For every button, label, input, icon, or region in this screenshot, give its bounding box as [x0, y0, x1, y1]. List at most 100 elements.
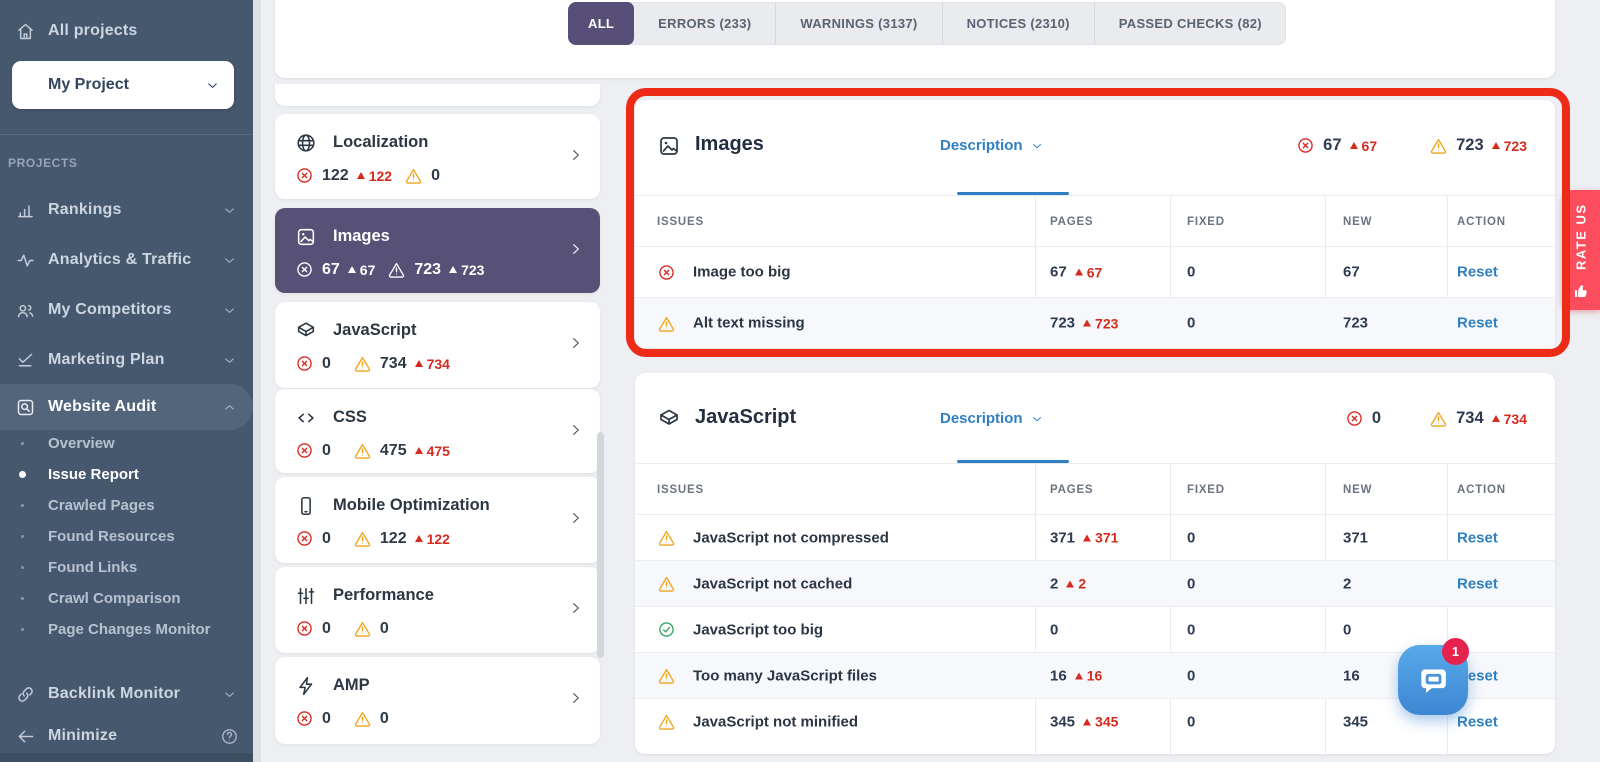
bullet-icon: [21, 566, 24, 569]
category-card-localization[interactable]: Localization 122 122 0: [275, 114, 600, 199]
delta-value: 67: [360, 262, 376, 278]
minimize-label: Minimize: [48, 727, 117, 745]
issue-row-alt-text-missing[interactable]: Alt text missing 723723 0 723 Reset: [635, 297, 1555, 348]
subitem-label: Issue Report: [48, 466, 139, 483]
warning-icon: [353, 619, 372, 638]
sidebar-item-my-competitors[interactable]: My Competitors: [0, 288, 253, 332]
category-name: Localization: [333, 133, 428, 152]
error-icon: [1296, 136, 1315, 155]
error-icon: [1345, 409, 1364, 428]
pages-cell: 22: [1050, 575, 1090, 592]
table-header-row: ISSUES PAGES FIXED NEW ACTION: [635, 196, 1555, 246]
chevron-right-icon: [568, 335, 584, 351]
warning-icon: [657, 528, 676, 547]
tab-warnings[interactable]: WARNINGS (3137): [775, 2, 941, 45]
category-card-amp[interactable]: AMP 0 0: [275, 657, 600, 744]
increase-icon: [1075, 672, 1083, 679]
sidebar-item-rankings[interactable]: Rankings: [0, 188, 253, 232]
warning-delta: 475: [415, 443, 450, 459]
sidebar-item-marketing-plan[interactable]: Marketing Plan: [0, 338, 253, 382]
bullet-icon: [21, 504, 24, 507]
category-card-javascript[interactable]: JavaScript 0 734 734: [275, 302, 600, 388]
reset-link[interactable]: Reset: [1457, 529, 1498, 546]
bullet-icon: [21, 535, 24, 538]
sidebar-subitem-issue-report[interactable]: Issue Report: [0, 459, 253, 489]
sidebar-subitem-page-changes-monitor[interactable]: Page Changes Monitor: [0, 614, 253, 644]
reset-link[interactable]: Reset: [1457, 264, 1498, 281]
pages-count: 723: [1050, 315, 1075, 332]
warnings-badge: 734 734: [1429, 409, 1531, 428]
issue-row-image-too-big[interactable]: Image too big 6767 0 67 Reset: [635, 246, 1555, 297]
panel-images: Images Description 67 67 723 723: [635, 100, 1555, 347]
category-name: Images: [333, 227, 390, 246]
sidebar-item-backlink-monitor[interactable]: Backlink Monitor: [0, 672, 253, 716]
sidebar-minimize-button[interactable]: Minimize: [0, 715, 253, 757]
sidebar-item-label: Marketing Plan: [48, 351, 165, 369]
description-tab[interactable]: Description: [940, 410, 1044, 427]
help-icon[interactable]: [220, 727, 239, 746]
warning-icon: [387, 260, 406, 279]
sidebar-subitem-found-links[interactable]: Found Links: [0, 552, 253, 582]
pages-delta: 16: [1075, 668, 1103, 684]
tab-label: WARNINGS (3137): [800, 16, 917, 31]
delta-value: 734: [1504, 411, 1527, 427]
fixed-cell: 0: [1187, 575, 1195, 592]
sidebar-item-label: Rankings: [48, 201, 122, 219]
projects-section-label: PROJECTS: [8, 156, 77, 170]
bullet-icon: [21, 597, 24, 600]
error-count: 67: [322, 261, 340, 279]
sidebar-subitem-found-resources[interactable]: Found Resources: [0, 521, 253, 551]
increase-icon: [1083, 320, 1091, 327]
category-card-mobile-optimization[interactable]: Mobile Optimization 0 122 122: [275, 477, 600, 563]
delta-value: 734: [427, 356, 450, 372]
error-count: 0: [322, 530, 331, 548]
warning-icon: [657, 712, 676, 731]
error-icon: [295, 166, 314, 185]
warning-count: 0: [431, 167, 440, 185]
sidebar-item-all-projects[interactable]: All projects: [0, 16, 253, 46]
tab-notices[interactable]: NOTICES (2310): [942, 2, 1094, 45]
tab-all[interactable]: ALL: [568, 2, 634, 45]
category-card-performance[interactable]: Performance 0 0: [275, 567, 600, 653]
reset-link[interactable]: Reset: [1457, 713, 1498, 730]
sidebar-subitem-crawl-comparison[interactable]: Crawl Comparison: [0, 583, 253, 613]
reset-link[interactable]: Reset: [1457, 575, 1498, 592]
errors-badge: 0: [1345, 409, 1381, 428]
pages-count: 16: [1050, 667, 1067, 684]
sidebar-subitem-overview[interactable]: Overview: [0, 428, 253, 458]
subitem-label: Found Resources: [48, 528, 175, 545]
increase-icon: [1492, 142, 1500, 149]
tab-errors[interactable]: ERRORS (233): [634, 2, 775, 45]
increase-icon: [357, 172, 365, 179]
issue-row-js-not-compressed[interactable]: JavaScript not compressed 371371 0 371 R…: [635, 514, 1555, 560]
column-header-issues: ISSUES: [657, 484, 704, 496]
panel-header: Images Description 67 67 723 723: [635, 100, 1555, 195]
chevron-up-icon: [222, 400, 237, 415]
activity-icon: [15, 250, 36, 271]
project-selector[interactable]: My Project: [12, 61, 234, 109]
sidebar-item-website-audit[interactable]: Website Audit: [0, 384, 253, 430]
sidebar-scrollbar[interactable]: [253, 0, 261, 762]
issue-label: JavaScript too big: [693, 621, 823, 638]
category-card-images[interactable]: Images 67 67 723 723: [275, 208, 600, 293]
tab-passed-checks[interactable]: PASSED CHECKS (82): [1094, 2, 1286, 45]
category-card-css[interactable]: CSS 0 475 475: [275, 389, 600, 473]
reset-link[interactable]: Reset: [1457, 315, 1498, 332]
warning-count: 734: [1456, 409, 1484, 428]
warning-count: 723: [414, 261, 441, 279]
description-tab[interactable]: Description: [940, 137, 1044, 154]
column-header-fixed: FIXED: [1187, 484, 1225, 496]
chevron-down-icon: [222, 203, 237, 218]
error-icon: [295, 709, 314, 728]
rate-us-tab[interactable]: RATE US: [1562, 190, 1600, 310]
error-icon: [295, 354, 314, 373]
lightning-icon: [295, 675, 317, 697]
category-list-scrollbar[interactable]: [597, 432, 604, 658]
warning-delta: 734: [1492, 411, 1527, 427]
warning-count: 0: [380, 710, 389, 728]
category-counts: 0 122 122: [295, 529, 454, 548]
sidebar-item-analytics-traffic[interactable]: Analytics & Traffic: [0, 238, 253, 282]
globe-icon: [295, 132, 317, 154]
issue-row-js-not-cached[interactable]: JavaScript not cached 22 0 2 Reset: [635, 560, 1555, 606]
sidebar-subitem-crawled-pages[interactable]: Crawled Pages: [0, 490, 253, 520]
